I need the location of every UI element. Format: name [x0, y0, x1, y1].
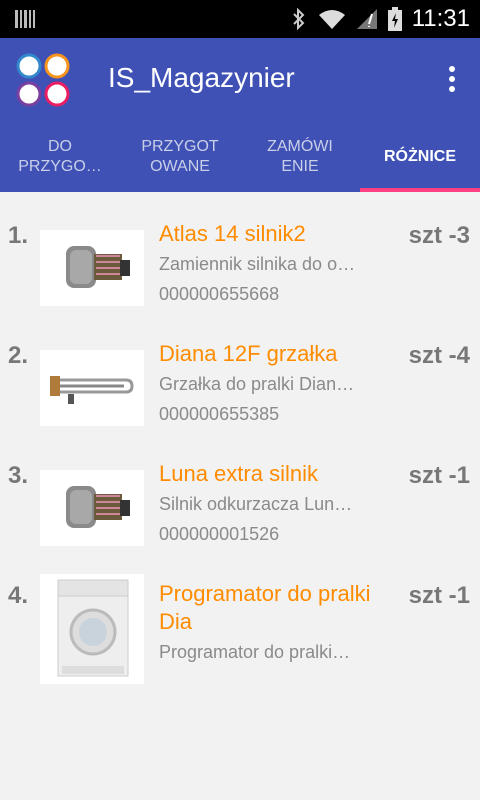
item-index: 1.	[8, 222, 29, 249]
item-quantity: szt -3	[408, 222, 470, 249]
item-quantity: szt -4	[408, 342, 470, 369]
wifi-icon	[318, 10, 345, 29]
battery-icon	[387, 7, 402, 31]
motor-icon	[40, 470, 144, 546]
tab-do-przygotowania[interactable]: DO PRZYGO…	[0, 122, 120, 192]
tab-label: ZAMÓWI ENIE	[267, 138, 333, 175]
item-index: 3.	[8, 462, 29, 489]
item-code: 000000655668	[159, 284, 280, 304]
item-description: Grzałka do pralki Dian…	[159, 374, 355, 394]
item-index: 4.	[8, 582, 29, 609]
washing-machine-icon	[40, 574, 144, 684]
status-bar: 11:31	[0, 0, 480, 38]
item-description: Programator do pralki…	[159, 642, 351, 662]
app-logo-icon	[16, 53, 70, 107]
item-description: Silnik odkurzacza Lun…	[159, 494, 353, 514]
item-index: 2.	[8, 342, 29, 369]
item-description: Zamiennik silnika do o…	[159, 254, 356, 274]
heater-icon	[40, 350, 144, 426]
list-item[interactable]: 2. Diana 12F grzałka Grzałka do pralki D…	[0, 312, 480, 432]
app-title: IS_Magazynier	[108, 62, 295, 93]
list-item[interactable]: 4. Programator do pralki Dia Programator…	[0, 552, 480, 684]
motor-icon	[40, 230, 144, 306]
item-quantity: szt -1	[408, 582, 470, 609]
app-bar: IS_Magazynier	[0, 38, 480, 122]
barcode-icon	[15, 10, 35, 28]
item-title: Programator do pralki Dia	[159, 581, 371, 634]
clock: 11:31	[411, 5, 470, 32]
tab-label: RÓŻNICE	[384, 148, 456, 165]
item-quantity: szt -1	[408, 462, 470, 489]
item-title: Luna extra silnik	[159, 461, 318, 486]
bluetooth-icon	[293, 7, 305, 31]
tab-bar: DO PRZYGO… PRZYGOT OWANE ZAMÓWI ENIE RÓŻ…	[0, 122, 480, 192]
item-code: 000000655385	[159, 404, 280, 424]
item-title: Diana 12F grzałka	[159, 341, 338, 366]
list-item[interactable]: 1. Atlas 14 silnik2 Zamiennik silnika do…	[0, 192, 480, 312]
signal-icon	[356, 9, 377, 29]
tab-label: DO PRZYGO…	[18, 138, 102, 175]
item-list: 1. Atlas 14 silnik2 Zamiennik silnika do…	[0, 192, 480, 684]
tab-roznice[interactable]: RÓŻNICE	[360, 122, 480, 192]
overflow-menu-icon[interactable]	[446, 66, 458, 96]
tab-label: PRZYGOT OWANE	[141, 138, 219, 175]
item-title: Atlas 14 silnik2	[159, 221, 306, 246]
item-code: 000000001526	[159, 524, 280, 544]
tab-przygotowane[interactable]: PRZYGOT OWANE	[120, 122, 240, 192]
tab-zamowienie[interactable]: ZAMÓWI ENIE	[240, 122, 360, 192]
list-item[interactable]: 3. Luna extra silnik Silnik odkurzacza L…	[0, 432, 480, 552]
